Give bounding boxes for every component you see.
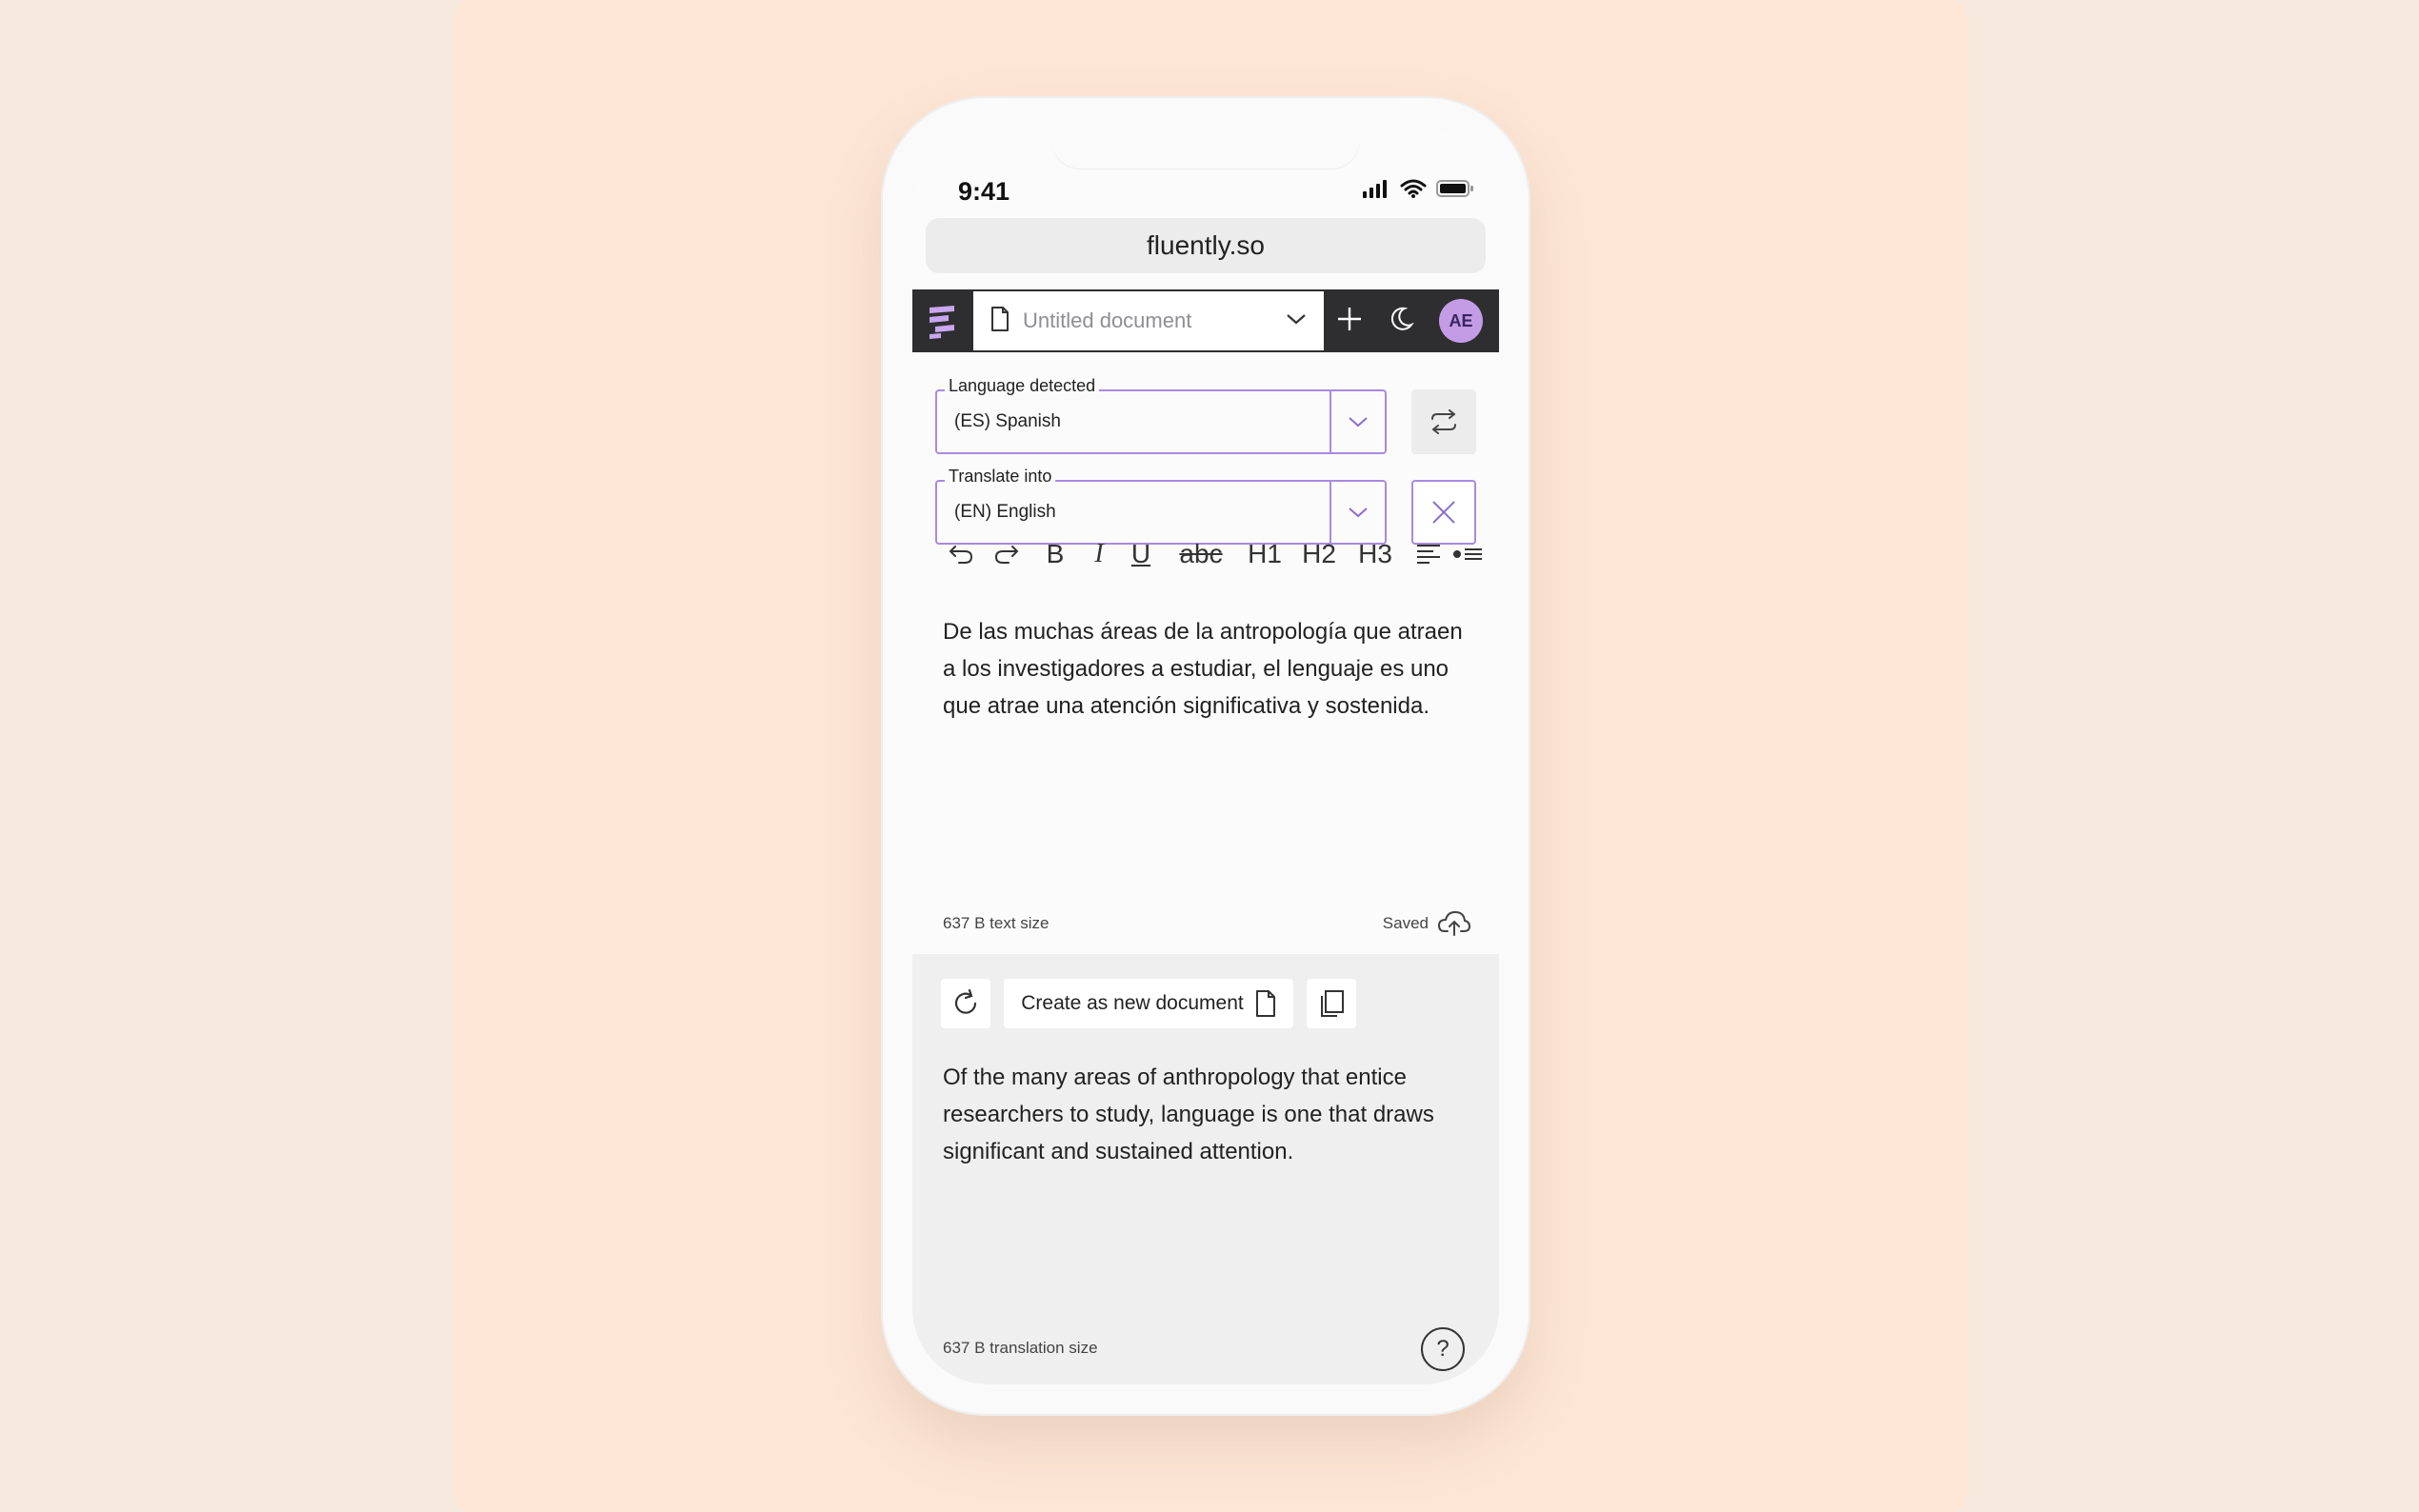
document-icon	[990, 306, 1010, 336]
header-actions: AE	[1324, 289, 1499, 352]
align-left-icon	[1417, 545, 1440, 564]
document-title: Untitled document	[1023, 308, 1192, 332]
cloud-upload-icon	[1438, 910, 1470, 936]
document-icon	[1255, 990, 1275, 1017]
chevron-down-icon	[1286, 312, 1307, 330]
source-language-label: Language detected	[945, 376, 1100, 396]
fluently-logo-icon	[930, 306, 954, 339]
chevron-down-icon	[1349, 417, 1368, 428]
phone-frame: 9:41 fluently.so Untitled document AE (E…	[881, 96, 1530, 1416]
redo-button[interactable]	[983, 535, 1030, 573]
bullet-list-icon	[1453, 548, 1482, 560]
redo-icon	[994, 546, 1019, 564]
battery-icon	[1436, 179, 1474, 203]
help-button[interactable]: ?	[1421, 1327, 1465, 1371]
saved-label: Saved	[1382, 914, 1429, 932]
translation-size-label: 637 B translation size	[943, 1339, 1098, 1357]
document-selector[interactable]: Untitled document	[973, 291, 1324, 350]
bullet-list-button[interactable]	[1453, 535, 1482, 573]
chevron-down-icon	[1349, 507, 1368, 518]
target-language-dropdown[interactable]	[1329, 482, 1385, 543]
plus-icon	[1338, 307, 1361, 330]
copy-icon	[1321, 990, 1344, 1017]
close-icon	[1432, 501, 1455, 524]
copy-button[interactable]	[1307, 979, 1356, 1028]
source-language-value: (ES) Spanish	[954, 411, 1061, 431]
underline-button[interactable]: U	[1118, 535, 1164, 573]
moon-icon	[1390, 307, 1414, 330]
swap-languages-button[interactable]	[1411, 389, 1476, 454]
status-icons	[1362, 179, 1474, 203]
source-language-dropdown[interactable]	[1329, 391, 1385, 452]
refresh-button[interactable]	[941, 979, 990, 1028]
add-document-button[interactable]	[1336, 306, 1363, 337]
dark-mode-button[interactable]	[1388, 306, 1414, 337]
italic-button[interactable]: I	[1080, 535, 1118, 573]
create-new-document-button[interactable]: Create as new document	[1004, 979, 1293, 1028]
align-button[interactable]	[1404, 535, 1453, 573]
signal-icon	[1362, 179, 1390, 203]
heading2-button[interactable]: H2	[1291, 535, 1347, 573]
strikethrough-button[interactable]: abc	[1164, 535, 1238, 573]
text-size-label: 637 B text size	[943, 914, 1050, 932]
heading3-button[interactable]: H3	[1347, 535, 1404, 573]
source-language-select[interactable]: (ES) Spanish Language detected	[935, 376, 1387, 454]
source-text-editor[interactable]: De las muchas áreas de la antropología q…	[943, 613, 1476, 725]
create-new-document-label: Create as new document	[1021, 992, 1244, 1014]
target-language-label: Translate into	[945, 467, 1056, 487]
status-time: 9:41	[958, 177, 1010, 206]
bold-button[interactable]: B	[1030, 535, 1080, 573]
source-language-box[interactable]: (ES) Spanish	[935, 389, 1387, 454]
url-text: fluently.so	[1147, 230, 1265, 260]
phone-notch	[1051, 128, 1360, 169]
refresh-icon	[954, 989, 977, 1014]
app-header: Untitled document AE	[912, 289, 1499, 352]
user-avatar[interactable]: AE	[1439, 299, 1483, 343]
phone-screen: 9:41 fluently.so Untitled document AE (E…	[912, 128, 1499, 1384]
format-toolbar: B I U abc H1 H2 H3	[939, 535, 1499, 573]
undo-icon	[949, 546, 973, 564]
app-logo[interactable]	[912, 289, 973, 352]
undo-button[interactable]	[939, 535, 983, 573]
translation-panel: Create as new document Of the many areas…	[912, 954, 1499, 1384]
translated-text: Of the many areas of anthropology that e…	[943, 1064, 1434, 1164]
save-status: Saved	[1383, 910, 1470, 937]
target-language-value: (EN) English	[954, 502, 1056, 522]
heading1-button[interactable]: H1	[1238, 535, 1291, 573]
browser-url-bar[interactable]: fluently.so	[926, 218, 1486, 273]
wifi-icon	[1400, 179, 1427, 203]
swap-icon	[1431, 409, 1456, 434]
